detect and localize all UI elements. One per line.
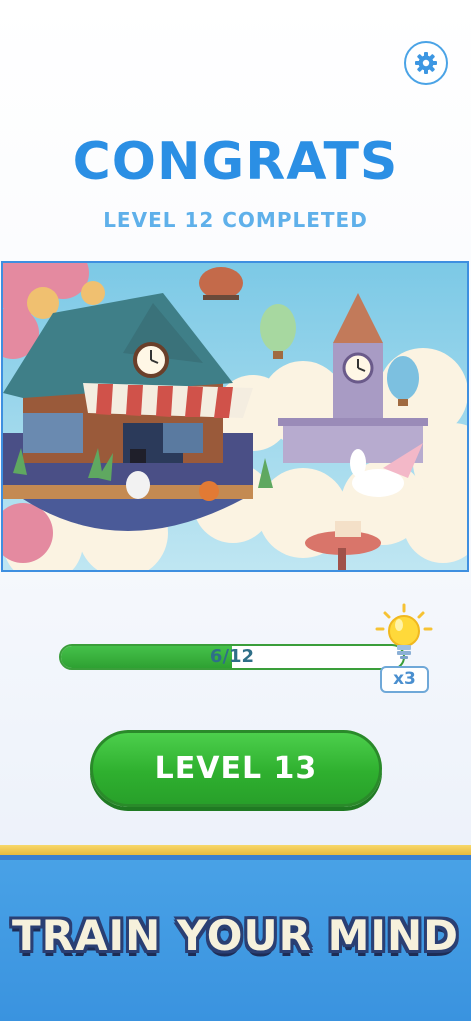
hint-button[interactable] <box>373 603 435 665</box>
progress-label: 6/12 <box>209 646 255 667</box>
congrats-title: CONGRATS <box>72 132 399 192</box>
level-completed-subtitle: LEVEL 12 COMPLETED <box>103 208 368 232</box>
banner-top-stripe <box>0 845 471 855</box>
congrats-screen: CONGRATS LEVEL 12 COMPLETED 6/12 x3 LEVE… <box>0 0 471 845</box>
banner-divider <box>0 855 471 860</box>
gear-icon <box>415 52 437 74</box>
promo-banner: TRAIN YOUR MIND <box>0 845 471 1021</box>
settings-button[interactable] <box>404 41 448 85</box>
next-level-button[interactable]: LEVEL 13 <box>90 730 382 807</box>
lightbulb-icon <box>375 603 433 659</box>
hint-count-badge[interactable]: x3 <box>380 666 429 693</box>
level-progress-bar: 6/12 <box>59 644 405 670</box>
completed-puzzle-image <box>1 261 469 572</box>
banner-slogan: TRAIN YOUR MIND <box>11 911 460 960</box>
